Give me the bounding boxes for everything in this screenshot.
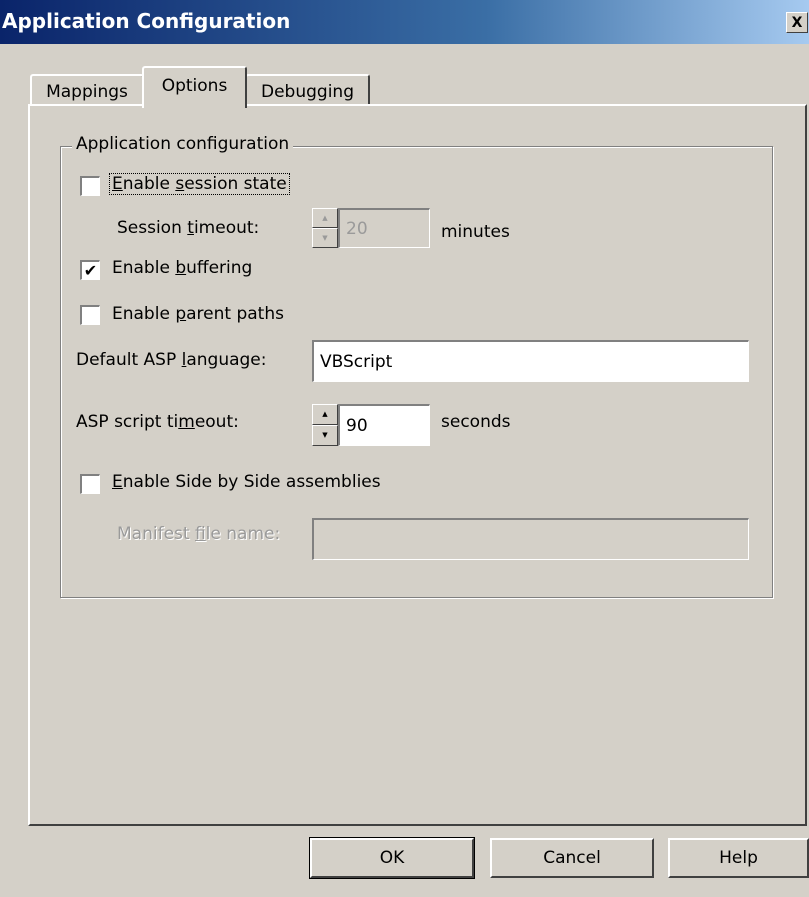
- close-button[interactable]: X: [786, 12, 808, 33]
- tab-mappings[interactable]: Mappings: [30, 74, 144, 106]
- label-part: eout:: [194, 412, 239, 432]
- buffering-checkbox[interactable]: ✔: [80, 260, 100, 280]
- label-part: ASP script ti: [76, 412, 179, 432]
- label-part: arent paths: [186, 304, 284, 324]
- label-part: Enable: [112, 304, 176, 324]
- label-part: ession state: [184, 174, 287, 194]
- label-part: uffering: [186, 258, 253, 278]
- check-icon: ✔: [83, 260, 98, 280]
- asp-timeout-spinner[interactable]: ▲ ▼: [312, 404, 338, 446]
- label-part: nable Side by Side assemblies: [122, 472, 381, 492]
- manifest-label: Manifest file name:: [117, 524, 280, 544]
- tab-options[interactable]: Options: [142, 66, 247, 108]
- mnemonic: E: [112, 174, 123, 194]
- label-part: Enable: [112, 258, 176, 278]
- label-part: imeout:: [193, 218, 260, 238]
- ok-button[interactable]: OK: [309, 837, 475, 879]
- mnemonic: t: [187, 218, 194, 238]
- label-part: Manifest: [117, 524, 195, 544]
- side-by-side-label[interactable]: Enable Side by Side assemblies: [112, 472, 381, 492]
- manifest-input[interactable]: [312, 518, 749, 560]
- parent-paths-label[interactable]: Enable parent paths: [112, 304, 284, 324]
- label-part: ile name:: [205, 524, 281, 544]
- mnemonic: f: [194, 524, 206, 544]
- spin-down-icon[interactable]: ▼: [312, 425, 338, 446]
- asp-timeout-unit: seconds: [441, 412, 511, 432]
- mnemonic: b: [175, 258, 187, 278]
- mnemonic: E: [112, 472, 123, 492]
- session-timeout-input[interactable]: 20: [338, 208, 430, 248]
- label-part: anguage:: [186, 350, 267, 370]
- help-button[interactable]: Help: [668, 838, 809, 878]
- spin-up-icon[interactable]: ▲: [312, 404, 338, 425]
- cancel-button[interactable]: Cancel: [490, 838, 654, 878]
- mnemonic: s: [175, 174, 185, 194]
- asp-timeout-input[interactable]: 90: [338, 404, 430, 446]
- buffering-label[interactable]: Enable buffering: [112, 258, 252, 278]
- window-title: Application Configuration: [2, 9, 291, 33]
- label-part: Default ASP: [76, 350, 182, 370]
- label-part: Session: [117, 218, 188, 238]
- tab-debugging[interactable]: Debugging: [245, 74, 370, 106]
- spin-up-icon[interactable]: ▲: [312, 208, 338, 228]
- group-label: Application configuration: [72, 134, 294, 154]
- session-timeout-unit: minutes: [441, 222, 510, 242]
- spin-down-icon[interactable]: ▼: [312, 228, 338, 248]
- close-icon: X: [791, 14, 803, 31]
- label-part: nable: [122, 174, 176, 194]
- asp-language-input[interactable]: VBScript: [312, 340, 749, 382]
- session-timeout-label: Session timeout:: [117, 218, 259, 238]
- parent-paths-checkbox[interactable]: [80, 305, 100, 325]
- mnemonic: m: [178, 412, 195, 432]
- mnemonic: p: [175, 304, 187, 324]
- asp-language-label: Default ASP language:: [76, 350, 267, 370]
- session-timeout-spinner[interactable]: ▲ ▼: [312, 208, 338, 248]
- session-state-label[interactable]: Enable session state: [109, 173, 290, 195]
- session-state-checkbox[interactable]: [80, 176, 100, 196]
- asp-timeout-label: ASP script timeout:: [76, 412, 239, 432]
- side-by-side-checkbox[interactable]: [80, 474, 100, 494]
